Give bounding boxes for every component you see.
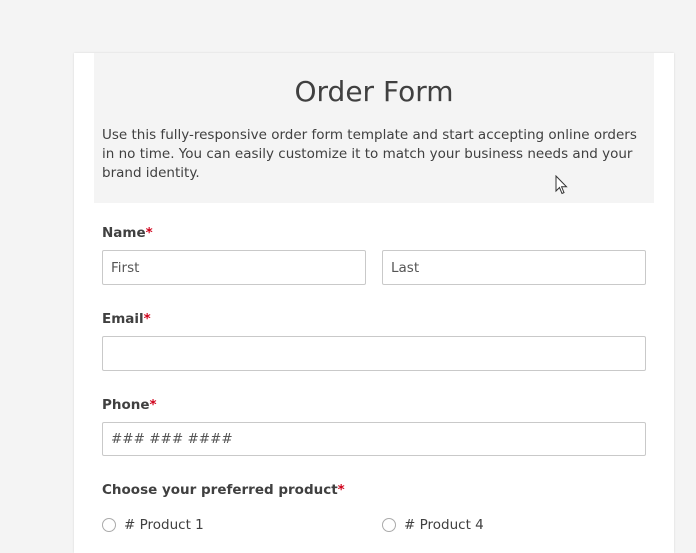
required-mark: * bbox=[143, 311, 151, 327]
radio-button[interactable] bbox=[382, 518, 396, 532]
first-name-input[interactable] bbox=[102, 250, 366, 285]
product-option-label: # Product 4 bbox=[404, 517, 484, 533]
phone-label: Phone* bbox=[102, 397, 157, 413]
required-mark: * bbox=[149, 397, 157, 413]
product-option-label: # Product 1 bbox=[124, 517, 204, 533]
name-label-text: Name bbox=[102, 225, 146, 241]
last-name-input[interactable] bbox=[382, 250, 646, 285]
name-label: Name* bbox=[102, 225, 153, 241]
product-option-1[interactable]: # Product 1 bbox=[102, 517, 204, 533]
mouse-pointer-icon bbox=[555, 175, 568, 195]
order-form-card: Order Form Use this fully-responsive ord… bbox=[74, 53, 674, 553]
email-input[interactable] bbox=[102, 336, 646, 371]
form-header: Order Form Use this fully-responsive ord… bbox=[94, 53, 654, 203]
radio-button[interactable] bbox=[102, 518, 116, 532]
required-mark: * bbox=[337, 482, 345, 498]
product-label-text: Choose your preferred product bbox=[102, 482, 338, 498]
email-label: Email* bbox=[102, 311, 151, 327]
phone-label-text: Phone bbox=[102, 397, 150, 413]
product-option-4[interactable]: # Product 4 bbox=[382, 517, 484, 533]
phone-input[interactable] bbox=[102, 422, 646, 456]
email-label-text: Email bbox=[102, 311, 144, 327]
required-mark: * bbox=[145, 225, 153, 241]
form-title: Order Form bbox=[294, 75, 454, 108]
product-label: Choose your preferred product* bbox=[102, 482, 345, 498]
